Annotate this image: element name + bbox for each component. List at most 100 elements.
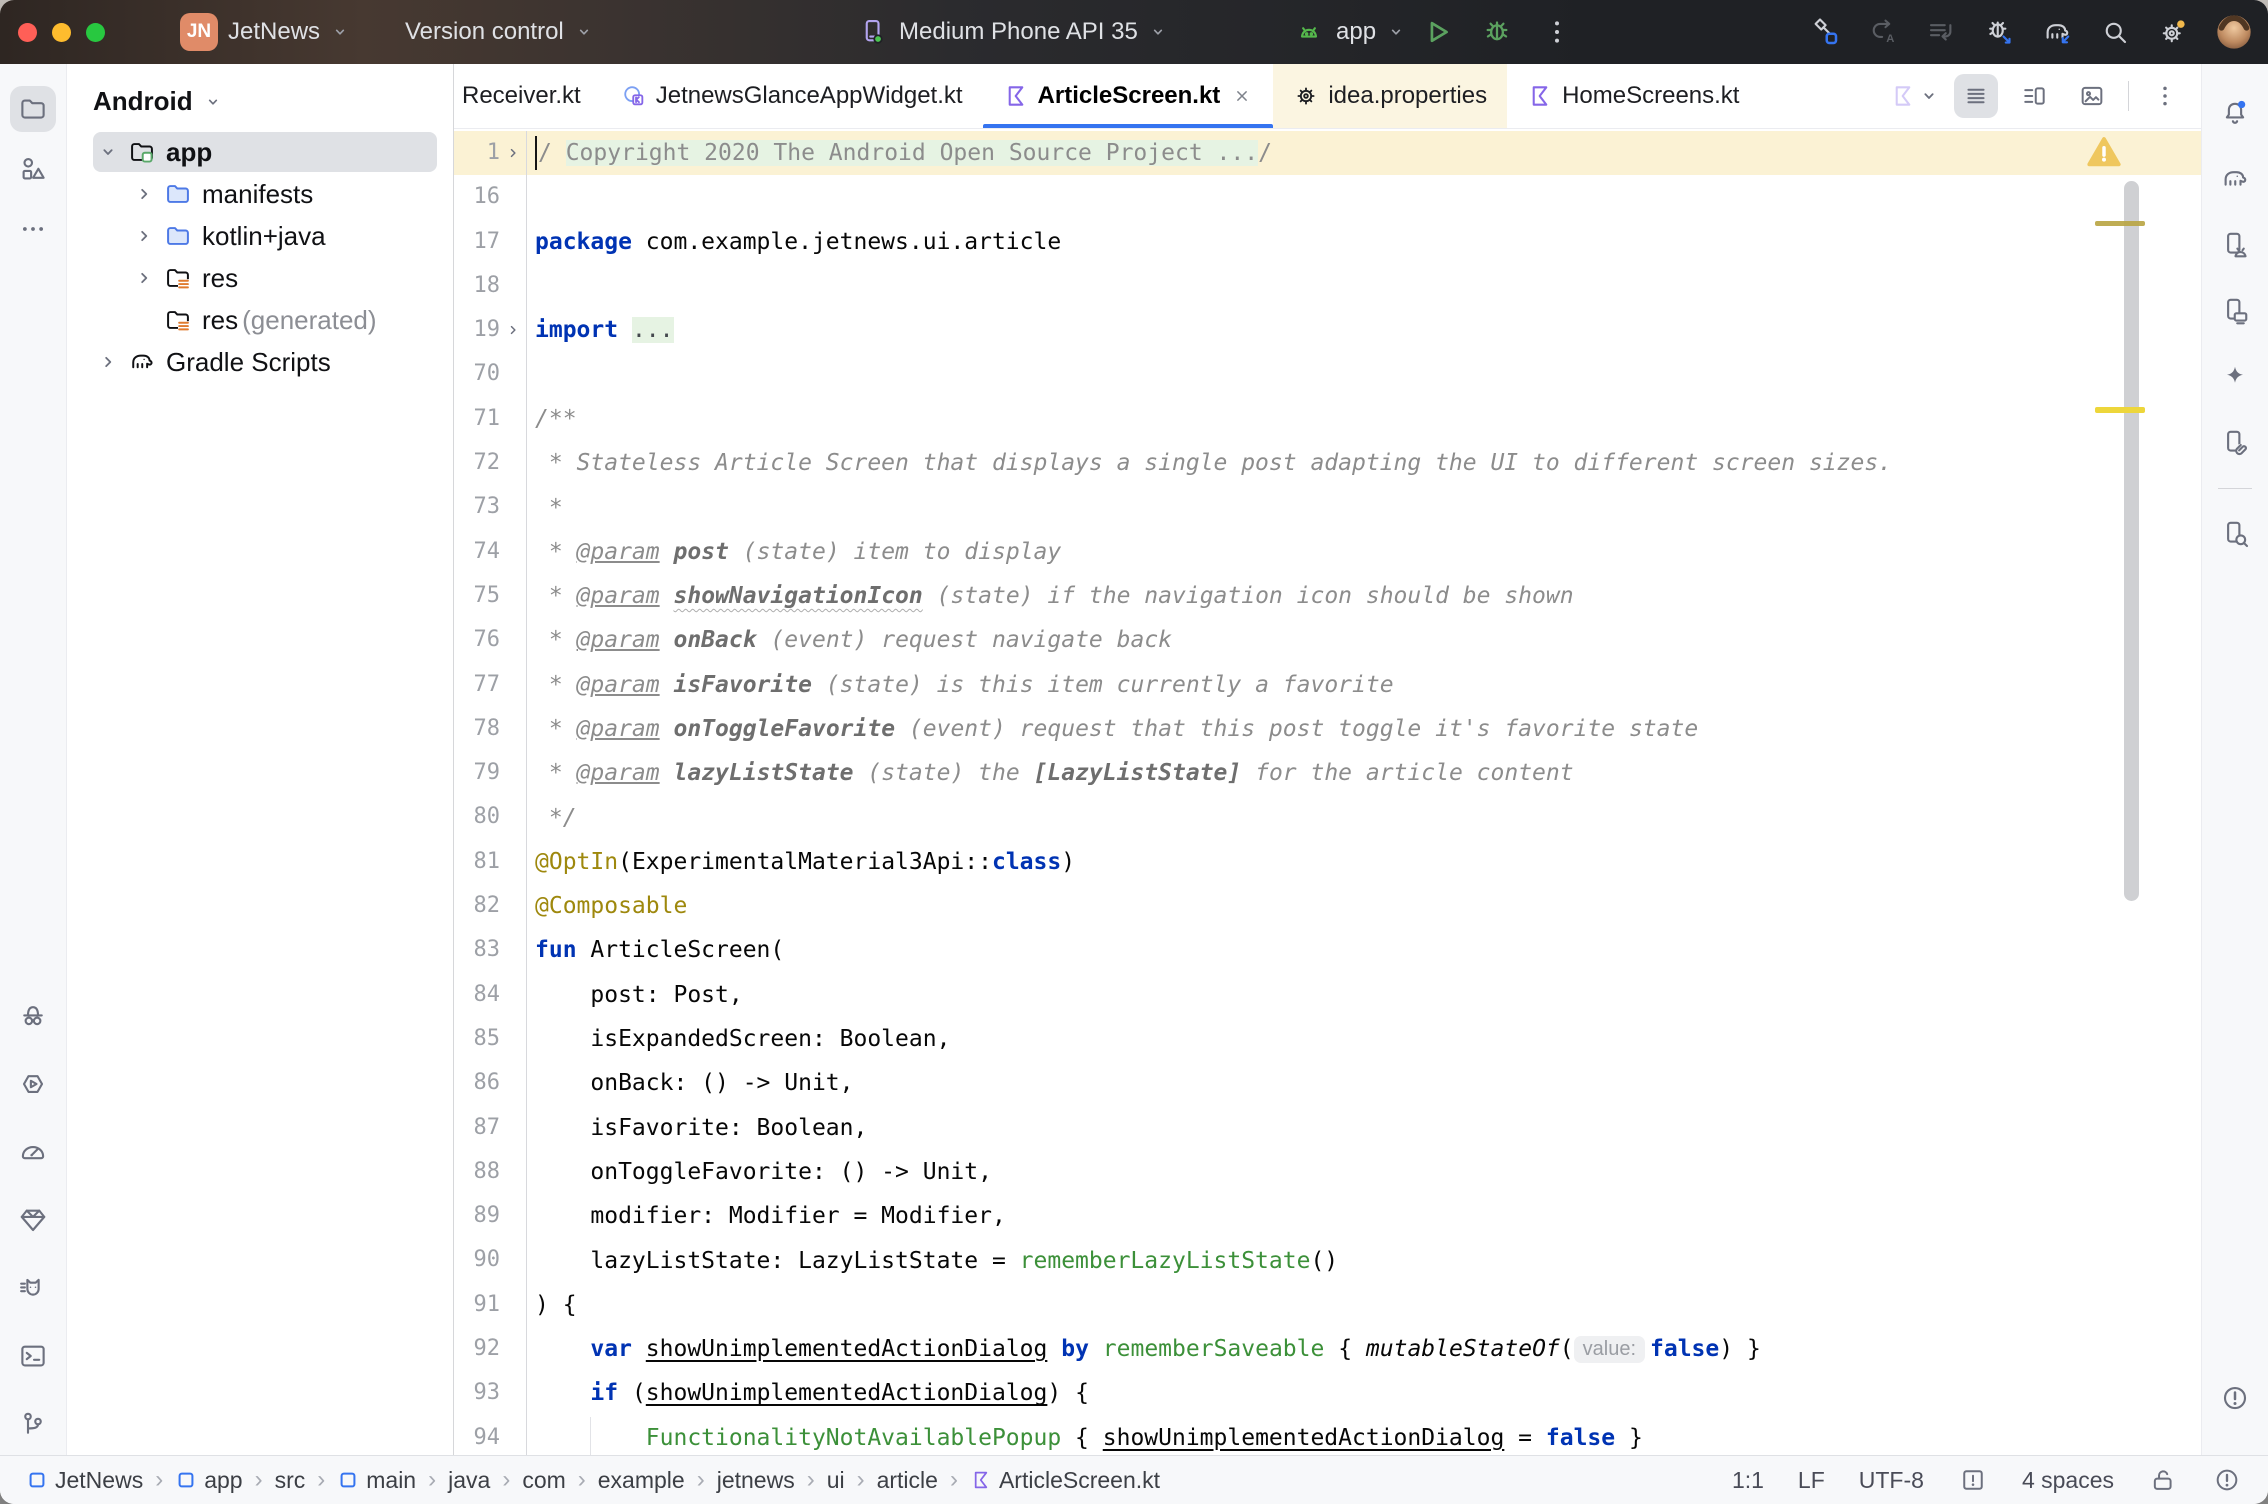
breadcrumb-java[interactable]: java — [448, 1467, 490, 1494]
code-line-81[interactable]: 81@OptIn(ExperimentalMaterial3Api::class… — [454, 840, 2201, 884]
gemini-button[interactable] — [2212, 354, 2258, 400]
code-line-83[interactable]: 83fun ArticleScreen( — [454, 928, 2201, 972]
code-line-88[interactable]: 88 onToggleFavorite: () -> Unit, — [454, 1150, 2201, 1194]
code-line-92[interactable]: 92 var showUnimplementedActionDialog by … — [454, 1327, 2201, 1371]
attach-debugger-button[interactable] — [1982, 15, 2016, 49]
tree-expand-toggle[interactable] — [93, 137, 123, 167]
problems-button[interactable] — [2212, 1375, 2258, 1421]
editor-preview-image[interactable] — [2070, 74, 2114, 118]
editor-scrollbar[interactable] — [2124, 181, 2139, 901]
editor-list-view[interactable] — [1954, 74, 1998, 118]
user-avatar[interactable] — [2214, 12, 2254, 52]
code-line-91[interactable]: 91) { — [454, 1283, 2201, 1327]
benchmark-gauge-button[interactable] — [10, 1129, 56, 1175]
code-line-82[interactable]: 82@Composable — [454, 884, 2201, 928]
code-line-71[interactable]: 71/** — [454, 397, 2201, 441]
code-line-80[interactable]: 80 */ — [454, 795, 2201, 839]
breadcrumb-articlescreen-kt[interactable]: ArticleScreen.kt — [970, 1467, 1160, 1494]
running-devices-button[interactable] — [2212, 288, 2258, 334]
terminal-button[interactable] — [10, 1333, 56, 1379]
tab-idea-properties[interactable]: idea.properties — [1273, 64, 1507, 128]
search-everywhere-button[interactable] — [2098, 15, 2132, 49]
debug-button[interactable] — [1480, 15, 1514, 49]
code-line-84[interactable]: 84 post: Post, — [454, 973, 2201, 1017]
device-mirroring-button[interactable] — [2212, 420, 2258, 466]
code-line-18[interactable]: 18 — [454, 264, 2201, 308]
breadcrumb-jetnews[interactable]: jetnews — [717, 1467, 795, 1494]
editor-split-structure[interactable] — [2012, 74, 2056, 118]
fold-column[interactable] — [500, 308, 526, 352]
zoom-window-button[interactable] — [86, 23, 105, 42]
notifications-button[interactable] — [2212, 90, 2258, 136]
breadcrumb-main[interactable]: main — [337, 1467, 416, 1494]
resource-manager-button[interactable] — [10, 146, 56, 192]
close-tab-button[interactable] — [1231, 85, 1253, 107]
tree-expand-toggle[interactable] — [93, 347, 123, 377]
code-line-76[interactable]: 76 * @param onBack (event) request navig… — [454, 618, 2201, 662]
indent-style[interactable]: 4 spaces — [2022, 1467, 2114, 1494]
code-line-74[interactable]: 74 * @param post (state) item to display — [454, 530, 2201, 574]
device-selector[interactable]: Medium Phone API 35 — [855, 0, 1168, 64]
code-line-19[interactable]: 19import ... — [454, 308, 2201, 352]
breadcrumb-ui[interactable]: ui — [827, 1467, 845, 1494]
tree-expand-toggle[interactable] — [129, 263, 159, 293]
breadcrumb-com[interactable]: com — [522, 1467, 565, 1494]
app-quality-insights-button[interactable] — [10, 993, 56, 1039]
tree-item-res-generated[interactable]: res (generated) — [67, 299, 453, 341]
code-line-86[interactable]: 86 onBack: () -> Unit, — [454, 1061, 2201, 1105]
breadcrumb-src[interactable]: src — [275, 1467, 306, 1494]
inspection-highlights[interactable] — [1958, 1465, 1988, 1495]
code-line-79[interactable]: 79 * @param lazyListState (state) the [L… — [454, 751, 2201, 795]
close-window-button[interactable] — [18, 23, 37, 42]
breadcrumb-app[interactable]: app — [175, 1467, 242, 1494]
inspections-warning-widget[interactable] — [2085, 133, 2123, 171]
project-menu[interactable]: JN JetNews — [180, 0, 350, 64]
code-line-94[interactable]: 94 FunctionalityNotAvailablePopup { show… — [454, 1416, 2201, 1455]
breadcrumb-example[interactable]: example — [598, 1467, 685, 1494]
build-button[interactable] — [1808, 15, 1842, 49]
breadcrumb-article[interactable]: article — [877, 1467, 938, 1494]
version-control-graph-button[interactable] — [10, 1401, 56, 1447]
file-encoding[interactable]: UTF-8 — [1859, 1467, 1924, 1494]
code-line-16[interactable]: 16 — [454, 175, 2201, 219]
tree-item-gradle-scripts[interactable]: Gradle Scripts — [67, 341, 453, 383]
tree-item-res[interactable]: res — [67, 257, 453, 299]
code-line-78[interactable]: 78 * @param onToggleFavorite (event) req… — [454, 707, 2201, 751]
tab-homescreens-kt[interactable]: HomeScreens.kt — [1507, 64, 1759, 128]
code-line-75[interactable]: 75 * @param showNavigationIcon (state) i… — [454, 574, 2201, 618]
tab-articlescreen-kt[interactable]: ArticleScreen.kt — [983, 64, 1274, 128]
code-line-89[interactable]: 89 modifier: Modifier = Modifier, — [454, 1194, 2201, 1238]
problems-indicator[interactable] — [2212, 1465, 2242, 1495]
code-line-93[interactable]: 93 if (showUnimplementedActionDialog) { — [454, 1371, 2201, 1415]
code-line-87[interactable]: 87 isFavorite: Boolean, — [454, 1106, 2201, 1150]
tab-jetnewsglanceappwidget-kt[interactable]: JetnewsGlanceAppWidget.kt — [601, 64, 983, 128]
code-line-73[interactable]: 73 * — [454, 485, 2201, 529]
tree-item-app[interactable]: app — [67, 131, 453, 173]
more-run-options[interactable] — [1540, 15, 1574, 49]
more-tool-windows-button[interactable] — [10, 206, 56, 252]
hidden-tabs-dropdown[interactable] — [1890, 83, 1940, 109]
tree-item-manifests[interactable]: manifests — [67, 173, 453, 215]
editor-more-options[interactable] — [2143, 74, 2187, 118]
tab-receiver-kt[interactable]: Receiver.kt — [454, 64, 601, 128]
minimize-window-button[interactable] — [52, 23, 71, 42]
code-line-1[interactable]: 1/ Copyright 2020 The Android Open Sourc… — [454, 131, 2201, 175]
code-editor[interactable]: 1/ Copyright 2020 The Android Open Sourc… — [454, 129, 2201, 1455]
project-tool-window-button[interactable] — [10, 86, 56, 132]
device-explorer-button[interactable] — [2212, 511, 2258, 557]
logcat-button[interactable] — [10, 1265, 56, 1311]
code-line-85[interactable]: 85 isExpandedScreen: Boolean, — [454, 1017, 2201, 1061]
gradle-button[interactable] — [2212, 156, 2258, 202]
code-line-72[interactable]: 72 * Stateless Article Screen that displ… — [454, 441, 2201, 485]
run-configuration[interactable]: app — [1292, 0, 1406, 64]
line-separator[interactable]: LF — [1798, 1467, 1825, 1494]
app-inspection-button[interactable] — [10, 1197, 56, 1243]
run-tasks-disabled[interactable] — [1924, 15, 1958, 49]
settings-button[interactable] — [2156, 15, 2190, 49]
tree-expand-toggle[interactable] — [129, 221, 159, 251]
project-view-selector[interactable]: Android — [67, 80, 453, 131]
code-line-90[interactable]: 90 lazyListState: LazyListState = rememb… — [454, 1238, 2201, 1282]
file-writable[interactable] — [2148, 1465, 2178, 1495]
fold-column[interactable] — [500, 131, 526, 175]
tree-item-kotlin-java[interactable]: kotlin+java — [67, 215, 453, 257]
